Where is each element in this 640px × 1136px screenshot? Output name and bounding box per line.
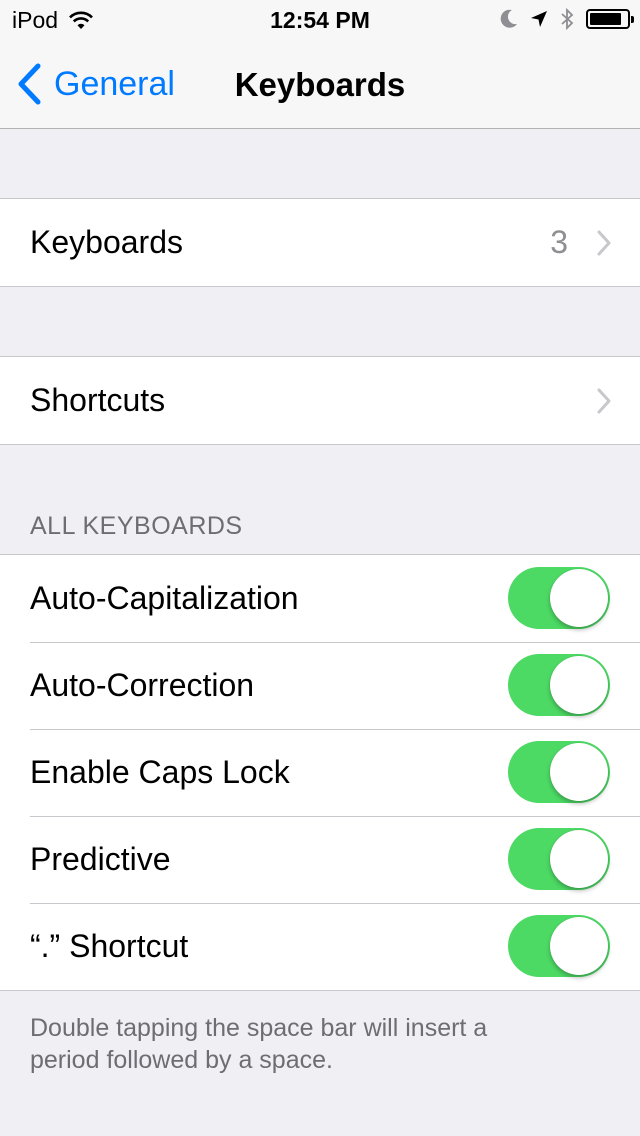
page-title: Keyboards (234, 66, 406, 103)
location-arrow-icon (531, 11, 547, 27)
keyboards-count-value: 3 (550, 224, 568, 260)
auto-capitalization-switch[interactable] (508, 567, 610, 629)
keyboards-group: Keyboards 3 (0, 198, 640, 287)
shortcuts-row-label: Shortcuts (30, 382, 166, 418)
shortcuts-row[interactable]: Shortcuts (0, 357, 640, 444)
keyboards-row[interactable]: Keyboards 3 (0, 199, 640, 286)
moon-icon (500, 9, 517, 28)
switch-knob (550, 917, 608, 975)
all-keyboards-group: Auto-Capitalization Auto-Correction Enab… (0, 554, 640, 991)
switch-knob (550, 743, 608, 801)
battery-tip (631, 16, 634, 23)
shortcuts-group: Shortcuts (0, 356, 640, 445)
section-header-all-keyboards: ALL KEYBOARDS (30, 512, 243, 540)
toggle-row-predictive: Predictive (0, 816, 640, 903)
status-bar: iPod 12:54 PM (0, 0, 640, 40)
navigation-bar: iPod 12:54 PM General Keyboards (0, 0, 640, 129)
toggle-label: Auto-Capitalization (30, 580, 299, 616)
toggle-row-auto-capitalization: Auto-Capitalization (0, 555, 640, 642)
toggle-row-caps-lock: Enable Caps Lock (0, 729, 640, 816)
chevron-right-icon (597, 230, 611, 255)
chevron-right-icon (597, 388, 611, 413)
toggle-label: Enable Caps Lock (30, 754, 290, 790)
toggle-row-period-shortcut: “.” Shortcut (0, 903, 640, 990)
switch-knob (550, 656, 608, 714)
toggle-label: “.” Shortcut (30, 928, 189, 964)
predictive-switch[interactable] (508, 828, 610, 890)
battery-level-fill (590, 13, 621, 25)
toggle-label: Predictive (30, 841, 171, 877)
battery-icon (586, 9, 634, 29)
bluetooth-icon (561, 8, 574, 30)
switch-knob (550, 830, 608, 888)
period-shortcut-switch[interactable] (508, 915, 610, 977)
toggle-row-auto-correction: Auto-Correction (0, 642, 640, 729)
caps-lock-switch[interactable] (508, 741, 610, 803)
keyboards-row-label: Keyboards (30, 224, 183, 260)
auto-correction-switch[interactable] (508, 654, 610, 716)
toggle-label: Auto-Correction (30, 667, 255, 703)
status-bar-right (488, 8, 634, 30)
switch-knob (550, 569, 608, 627)
footer-description: Double tapping the space bar will insert… (30, 1014, 488, 1074)
